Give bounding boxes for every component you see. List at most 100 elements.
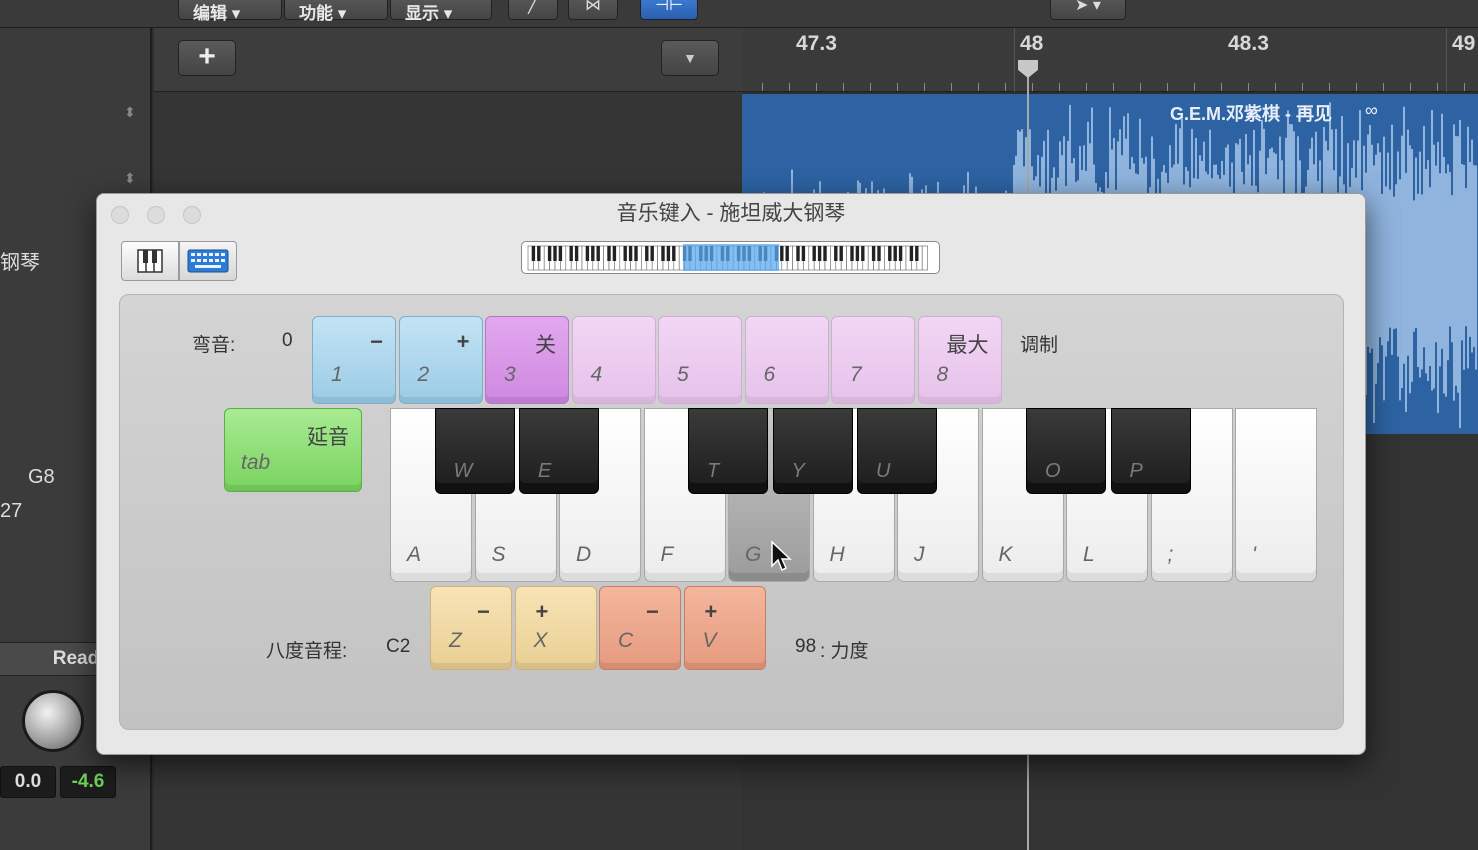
sustain-key-label: 延音 xyxy=(307,426,349,449)
ruler-tick xyxy=(1194,83,1195,91)
bar-line xyxy=(1446,28,1447,92)
ruler-tick xyxy=(951,83,952,91)
key-letter: C xyxy=(618,629,634,652)
keyboard-range-overview[interactable] xyxy=(521,241,940,274)
black-key-u[interactable]: U xyxy=(857,408,937,494)
black-key-p[interactable]: P xyxy=(1110,408,1191,494)
black-key-e[interactable]: E xyxy=(519,408,599,494)
white-key-label: K xyxy=(998,543,1013,566)
mini-black-key xyxy=(569,246,573,261)
pan-knob[interactable] xyxy=(22,690,84,752)
mini-black-key xyxy=(547,246,552,261)
pitch-bend-label: 弯音: xyxy=(192,335,236,356)
keyboard-mode-button[interactable] xyxy=(179,241,237,281)
modulation-max-key[interactable]: 最大 8 xyxy=(917,316,1002,404)
pitch-bend-value: 0 xyxy=(282,330,293,351)
modulation-label: 调制 xyxy=(1020,335,1059,356)
black-key-y[interactable]: Y xyxy=(772,408,853,494)
automation-curve-button[interactable]: ╱ xyxy=(508,0,558,20)
mini-black-key xyxy=(834,246,838,261)
mini-black-key xyxy=(607,246,611,261)
mini-black-key xyxy=(780,246,784,261)
modulation-5-key[interactable]: 5 xyxy=(658,316,742,404)
timeline-ruler[interactable]: 47.3 48 48.3 49 xyxy=(742,28,1478,92)
black-key-label: P xyxy=(1129,460,1143,482)
ruler-tick xyxy=(1437,83,1438,91)
ruler-tick xyxy=(1329,83,1330,91)
snap-tool-button[interactable]: ⊣⊢ xyxy=(640,0,698,20)
mouse-cursor-icon xyxy=(771,540,792,572)
velocity-down-key[interactable]: − C xyxy=(599,586,681,670)
white-key-quote[interactable]: ' xyxy=(1235,408,1317,582)
modulation-off-key[interactable]: 关3 xyxy=(485,316,569,404)
piano-keys-icon xyxy=(137,249,163,273)
loop-icon: ∞ xyxy=(1365,100,1378,120)
modulation-4-key[interactable]: 4 xyxy=(571,316,656,404)
pitch-bend-down-key[interactable]: −1 xyxy=(312,316,396,404)
computer-keyboard-icon xyxy=(187,249,229,273)
mini-black-key xyxy=(877,246,881,261)
functions-menu[interactable]: 功能 ▾ xyxy=(284,0,388,23)
mini-black-key xyxy=(623,246,627,261)
black-key-label: T xyxy=(707,460,720,482)
velocity-value: 98 xyxy=(795,636,817,657)
pitch-bend-up-key[interactable]: +2 xyxy=(398,316,483,404)
sustain-key[interactable]: 延音 tab xyxy=(224,408,362,492)
flex-tool-button[interactable]: ⋈ xyxy=(568,0,618,20)
white-key-label: ; xyxy=(1167,543,1174,566)
view-menu[interactable]: 显示 ▾ xyxy=(390,0,492,23)
ruler-tick xyxy=(1248,83,1249,91)
active-range-highlight[interactable] xyxy=(683,244,779,271)
key-function-label: − xyxy=(370,329,383,354)
mini-black-key xyxy=(553,246,557,261)
ruler-tick xyxy=(924,83,925,91)
mini-black-key xyxy=(596,246,600,261)
modulation-7-key[interactable]: 7 xyxy=(831,316,915,404)
add-track-button[interactable]: + xyxy=(178,40,236,76)
track-options-dropdown[interactable]: ▼ xyxy=(661,40,719,76)
octave-up-key[interactable]: + X xyxy=(514,586,597,670)
stepper-icon-2[interactable]: ⬍ xyxy=(124,170,136,187)
edit-menu[interactable]: 编辑 ▾ xyxy=(178,0,282,23)
mini-black-key xyxy=(871,246,876,261)
ruler-mark: 48.3 xyxy=(1228,32,1269,55)
ruler-mark: 49 xyxy=(1452,32,1476,55)
region-title: G.E.M.邓紫棋 - 再见 xyxy=(1170,104,1332,124)
mini-black-key xyxy=(531,246,536,261)
mini-black-key xyxy=(855,246,860,261)
modulation-6-key[interactable]: 6 xyxy=(744,316,829,404)
mini-black-key xyxy=(817,246,822,261)
key-function-label: − xyxy=(477,599,490,624)
mini-white-key xyxy=(921,245,928,271)
black-key-t[interactable]: T xyxy=(688,408,768,494)
mini-black-key xyxy=(861,246,865,261)
mini-black-key xyxy=(537,246,541,261)
key-letter: 1 xyxy=(331,363,343,386)
black-key-o[interactable]: O xyxy=(1026,408,1106,494)
mini-black-key xyxy=(612,246,617,261)
black-key-w[interactable]: W xyxy=(434,408,515,494)
ruler-tick xyxy=(1059,83,1060,91)
white-key-label: J xyxy=(914,543,925,566)
number-readout: 27 xyxy=(0,500,23,522)
window-title: 音乐键入 - 施坦威大钢琴 xyxy=(616,202,846,225)
mini-black-key xyxy=(574,246,579,261)
ruler-tick xyxy=(1302,83,1303,91)
white-key-label: ' xyxy=(1252,543,1257,566)
velocity-up-key[interactable]: + V xyxy=(683,586,766,670)
key-letter: X xyxy=(533,629,548,652)
ruler-tick xyxy=(1140,83,1141,91)
key-function-label: + xyxy=(535,599,549,624)
stepper-icon[interactable]: ⬍ xyxy=(124,104,136,121)
key-function-label: − xyxy=(646,599,659,624)
peak-readout: -4.6 xyxy=(60,766,116,798)
mini-black-key xyxy=(796,246,800,261)
octave-down-key[interactable]: − Z xyxy=(430,586,512,670)
key-letter: Z xyxy=(449,629,462,652)
key-letter: 2 xyxy=(417,363,430,386)
ruler-tick xyxy=(1221,83,1222,91)
key-function-label: 最大 xyxy=(946,334,989,357)
piano-mode-button[interactable] xyxy=(121,241,179,281)
control-bar: 编辑 ▾ 功能 ▾ 显示 ▾ ╱ ⋈ ⊣⊢ ➤ ▾ xyxy=(0,0,1478,28)
pointer-tool-button[interactable]: ➤ ▾ xyxy=(1050,0,1126,20)
